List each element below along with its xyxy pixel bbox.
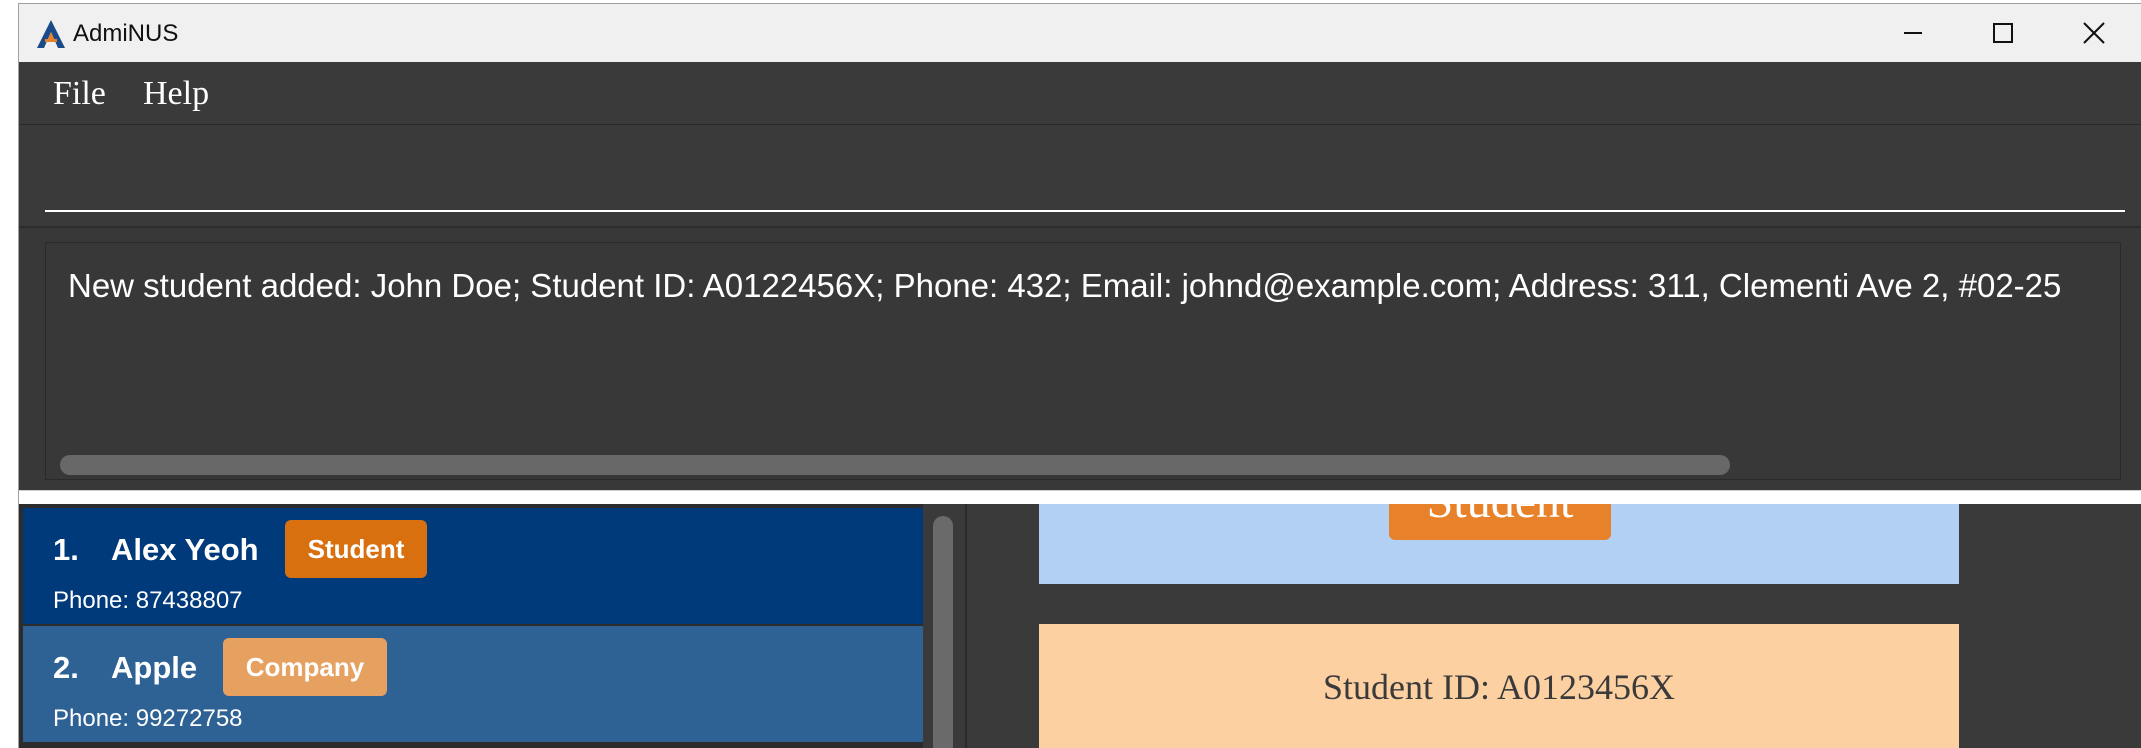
command-input[interactable] bbox=[45, 136, 2125, 212]
list-item-name: Alex Yeoh bbox=[111, 532, 259, 567]
close-icon bbox=[2083, 22, 2105, 44]
minimize-icon bbox=[1904, 32, 1922, 34]
maximize-icon bbox=[1993, 23, 2013, 43]
result-horizontal-scrollbar[interactable] bbox=[60, 455, 1730, 475]
tag-badge: Company bbox=[223, 638, 387, 696]
title-bar: AdmiNUS bbox=[19, 4, 2141, 63]
minimize-button[interactable] bbox=[1868, 4, 1958, 62]
command-box bbox=[19, 126, 2141, 228]
list-item[interactable]: 1. Alex Yeoh Student Phone: 87438807 bbox=[23, 508, 923, 624]
menu-bar: File Help bbox=[19, 62, 2141, 125]
detail-panel: Student Student ID: A0123456X bbox=[967, 504, 2141, 748]
close-button[interactable] bbox=[2049, 4, 2139, 62]
app-window: AdmiNUS File Help New student added: Joh… bbox=[18, 3, 2141, 748]
list-item-index: 2. bbox=[53, 650, 79, 685]
list-item-index: 1. bbox=[53, 532, 79, 567]
detail-type-badge: Student bbox=[1389, 504, 1611, 540]
tag-badge: Student bbox=[285, 520, 427, 578]
app-logo-icon bbox=[37, 20, 65, 48]
detail-student-id: Student ID: A0123456X bbox=[1322, 667, 1675, 707]
result-display: New student added: John Doe; Student ID:… bbox=[45, 242, 2121, 480]
list-scroll-thumb[interactable] bbox=[933, 516, 953, 748]
list-item-phone: Phone: 87438807 bbox=[53, 587, 243, 614]
list-item-name: Apple bbox=[111, 650, 198, 685]
window-title: AdmiNUS bbox=[73, 20, 179, 47]
detail-body: Student ID: A0123456X bbox=[1039, 624, 1959, 748]
list-item[interactable]: 2. Apple Company Phone: 99272758 bbox=[23, 626, 923, 742]
result-display-area: New student added: John Doe; Student ID:… bbox=[19, 228, 2141, 490]
menu-help[interactable]: Help bbox=[143, 74, 209, 114]
maximize-button[interactable] bbox=[1958, 4, 2048, 62]
menu-file[interactable]: File bbox=[53, 74, 106, 114]
contact-list: 1. Alex Yeoh Student Phone: 87438807 2. … bbox=[19, 504, 923, 748]
result-message: New student added: John Doe; Student ID:… bbox=[68, 267, 2062, 304]
list-item-phone: Phone: 99272758 bbox=[53, 705, 243, 732]
detail-header: Student bbox=[1039, 504, 1959, 584]
list-vertical-scrollbar[interactable] bbox=[923, 504, 967, 748]
